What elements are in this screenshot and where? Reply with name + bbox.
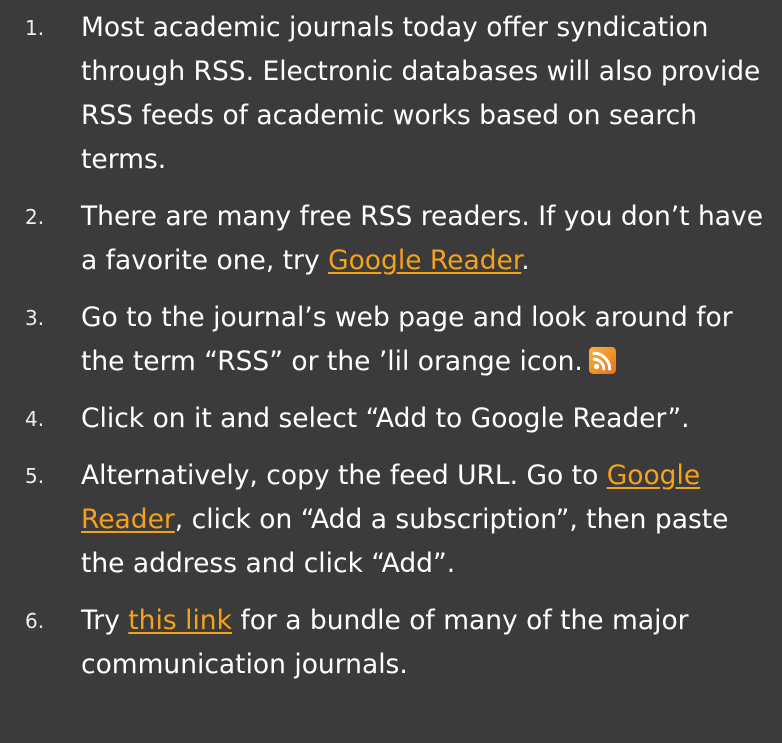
step-number: 6. bbox=[25, 609, 45, 633]
step-text-before: Alternatively, copy the feed URL. Go to bbox=[81, 460, 607, 491]
list-item-step-4: 4. Click on it and select “Add to Google… bbox=[0, 397, 782, 441]
step-number: 2. bbox=[25, 205, 45, 229]
step-number: 1. bbox=[25, 16, 45, 40]
step-text: Click on it and select “Add to Google Re… bbox=[81, 403, 690, 434]
step-number: 3. bbox=[25, 306, 45, 330]
list-item-step-3: 3. Go to the journal’s web page and look… bbox=[0, 296, 782, 384]
step-text-before: Try bbox=[81, 605, 129, 636]
rss-icon bbox=[588, 347, 616, 374]
step-text: There are many free RSS readers. If you … bbox=[81, 195, 769, 283]
list-item-step-2: 2. There are many free RSS readers. If y… bbox=[0, 195, 782, 283]
step-text: Most academic journals today offer syndi… bbox=[81, 12, 761, 175]
instruction-slide: 1. Most academic journals today offer sy… bbox=[0, 0, 782, 743]
step-text: Alternatively, copy the feed URL. Go to … bbox=[81, 454, 769, 586]
google-reader-link[interactable]: Google Reader bbox=[328, 245, 521, 276]
list-item-step-5: 5. Alternatively, copy the feed URL. Go … bbox=[0, 454, 782, 586]
step-text: Go to the journal’s web page and look ar… bbox=[81, 296, 769, 384]
steps-list: 1. Most academic journals today offer sy… bbox=[0, 6, 782, 687]
step-text-after: . bbox=[521, 245, 530, 276]
step-number: 4. bbox=[25, 407, 45, 431]
this-link-link[interactable]: this link bbox=[128, 605, 232, 636]
step-text: Try this link for a bundle of many of th… bbox=[81, 599, 769, 687]
step-number: 5. bbox=[25, 464, 45, 488]
list-item-step-6: 6. Try this link for a bundle of many of… bbox=[0, 599, 782, 687]
step-text-body: Go to the journal’s web page and look ar… bbox=[81, 302, 733, 377]
step-text-after: , click on “Add a subscription”, then pa… bbox=[81, 504, 729, 579]
list-item-step-1: 1. Most academic journals today offer sy… bbox=[0, 6, 782, 182]
